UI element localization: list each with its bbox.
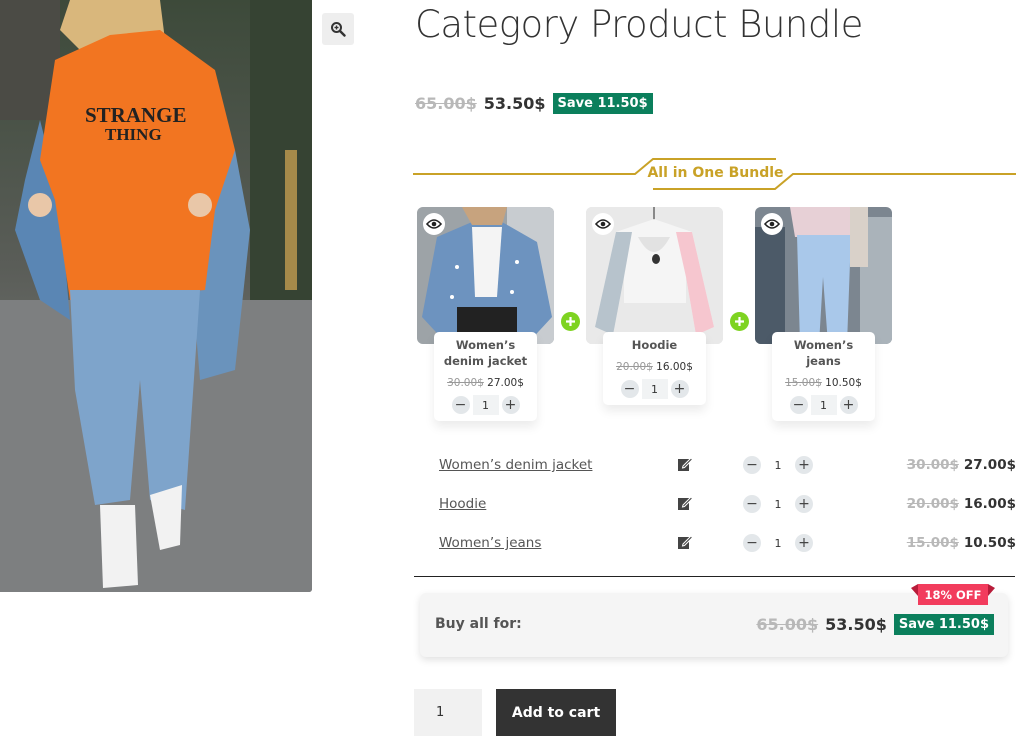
bundle-sale-price: 53.50$ (825, 615, 887, 634)
card-info: Hoodie 20.00$ 16.00$ − 1 + (603, 332, 706, 405)
card-product-name: Hoodie (631, 338, 678, 352)
plus-icon (730, 312, 749, 331)
row-sale-price: 27.00$ (963, 457, 1016, 473)
quantity-value[interactable]: 1 (641, 379, 668, 399)
card-sale-price: 10.50$ (825, 377, 862, 389)
card-sale-price: 27.00$ (487, 377, 524, 389)
svg-text:THING: THING (105, 125, 162, 144)
row-regular-price: 20.00$ (906, 496, 959, 512)
card-product-name: Women’s jeans (793, 338, 854, 368)
increase-button[interactable]: + (795, 534, 813, 552)
row-price: 15.00$ 10.50$ (907, 535, 1016, 551)
increase-button[interactable]: + (839, 396, 858, 414)
card-price: 30.00$ 27.00$ (437, 377, 534, 389)
card-image[interactable] (755, 207, 892, 344)
card-price: 20.00$ 16.00$ (606, 361, 703, 373)
quick-view-button[interactable] (761, 213, 783, 235)
increase-button[interactable]: + (795, 495, 813, 513)
eye-icon (595, 219, 611, 229)
bundle-row: Women’s denim jacket − 1 + 30.00$ 27.00$ (415, 453, 1016, 477)
bundle-card-denim-jacket: Women’s denim jacket 30.00$ 27.00$ − 1 + (417, 207, 554, 421)
sale-price: 53.50$ (483, 94, 546, 113)
card-info: Women’s jeans 15.00$ 10.50$ − 1 + (772, 332, 875, 421)
card-quantity-stepper: − 1 + (451, 395, 520, 415)
row-quantity-stepper: − 1 + (743, 455, 813, 475)
decrease-button[interactable]: − (743, 534, 761, 552)
card-sale-price: 16.00$ (656, 361, 693, 373)
bundle-save-badge: Save 11.50$ (893, 614, 994, 635)
row-sale-price: 10.50$ (963, 535, 1016, 551)
card-product-name: Women’s denim jacket (443, 338, 528, 368)
quick-view-button[interactable] (423, 213, 445, 235)
decrease-button[interactable]: − (743, 495, 761, 513)
buy-all-label: Buy all for: (435, 616, 522, 632)
quantity-value[interactable]: 1 (810, 395, 837, 415)
edit-icon[interactable] (677, 495, 694, 516)
eye-icon (764, 219, 780, 229)
increase-button[interactable]: + (501, 396, 520, 414)
bundle-heading-label: All in One Bundle (647, 165, 784, 181)
edit-icon[interactable] (677, 456, 694, 477)
product-main-image[interactable]: STRANGE THING (0, 0, 312, 592)
bundle-card-jeans: Women’s jeans 15.00$ 10.50$ − 1 + (755, 207, 892, 421)
card-info: Women’s denim jacket 30.00$ 27.00$ − 1 + (434, 332, 537, 421)
product-price: 65.00$ 53.50$ Save 11.50$ (415, 93, 653, 114)
divider (414, 576, 1015, 577)
decrease-button[interactable]: − (620, 380, 639, 398)
increase-button[interactable]: + (670, 380, 689, 398)
add-to-cart-button[interactable]: Add to cart (496, 689, 616, 736)
increase-button[interactable]: + (795, 456, 813, 474)
svg-text:STRANGE: STRANGE (85, 103, 187, 127)
zoom-button[interactable] (322, 13, 354, 45)
row-sale-price: 16.00$ (963, 496, 1016, 512)
bundle-heading: All in One Bundle (413, 155, 1016, 191)
row-quantity-stepper: − 1 + (743, 494, 813, 514)
bundle-row: Hoodie − 1 + 20.00$ 16.00$ (415, 492, 1016, 516)
decrease-button[interactable]: − (789, 396, 808, 414)
plus-icon (561, 312, 580, 331)
quantity-value[interactable]: 1 (761, 455, 795, 475)
bundle-row-product-link[interactable]: Hoodie (439, 496, 486, 512)
quick-view-button[interactable] (592, 213, 614, 235)
bundle-regular-price: 65.00$ (756, 615, 819, 634)
bundle-card-hoodie: Hoodie 20.00$ 16.00$ − 1 + (586, 207, 723, 405)
bundle-row: Women’s jeans − 1 + 15.00$ 10.50$ (415, 531, 1016, 555)
row-price: 20.00$ 16.00$ (907, 496, 1016, 512)
card-image[interactable] (586, 207, 723, 344)
card-regular-price: 20.00$ (616, 361, 653, 373)
buy-all-price: 65.00$ 53.50$ Save 11.50$ (756, 614, 994, 635)
decrease-button[interactable]: − (743, 456, 761, 474)
decrease-button[interactable]: − (451, 396, 470, 414)
product-title: Category Product Bundle (415, 3, 863, 46)
save-badge: Save 11.50$ (552, 93, 653, 114)
row-quantity-stepper: − 1 + (743, 533, 813, 553)
quantity-input[interactable] (414, 689, 482, 736)
row-regular-price: 30.00$ (906, 457, 959, 473)
card-image[interactable] (417, 207, 554, 344)
card-quantity-stepper: − 1 + (620, 379, 689, 399)
edit-icon[interactable] (677, 534, 694, 555)
quantity-value[interactable]: 1 (761, 533, 795, 553)
eye-icon (426, 219, 442, 229)
card-regular-price: 15.00$ (785, 377, 822, 389)
discount-badge: 18% OFF (918, 584, 988, 605)
quantity-value[interactable]: 1 (472, 395, 499, 415)
row-regular-price: 15.00$ (906, 535, 959, 551)
quantity-value[interactable]: 1 (761, 494, 795, 514)
card-price: 15.00$ 10.50$ (775, 377, 872, 389)
bundle-row-product-link[interactable]: Women’s denim jacket (439, 457, 592, 473)
magnifier-icon (331, 22, 346, 37)
bundle-row-product-link[interactable]: Women’s jeans (439, 535, 541, 551)
card-quantity-stepper: − 1 + (789, 395, 858, 415)
regular-price: 65.00$ (415, 94, 477, 113)
row-price: 30.00$ 27.00$ (907, 457, 1016, 473)
card-regular-price: 30.00$ (447, 377, 484, 389)
